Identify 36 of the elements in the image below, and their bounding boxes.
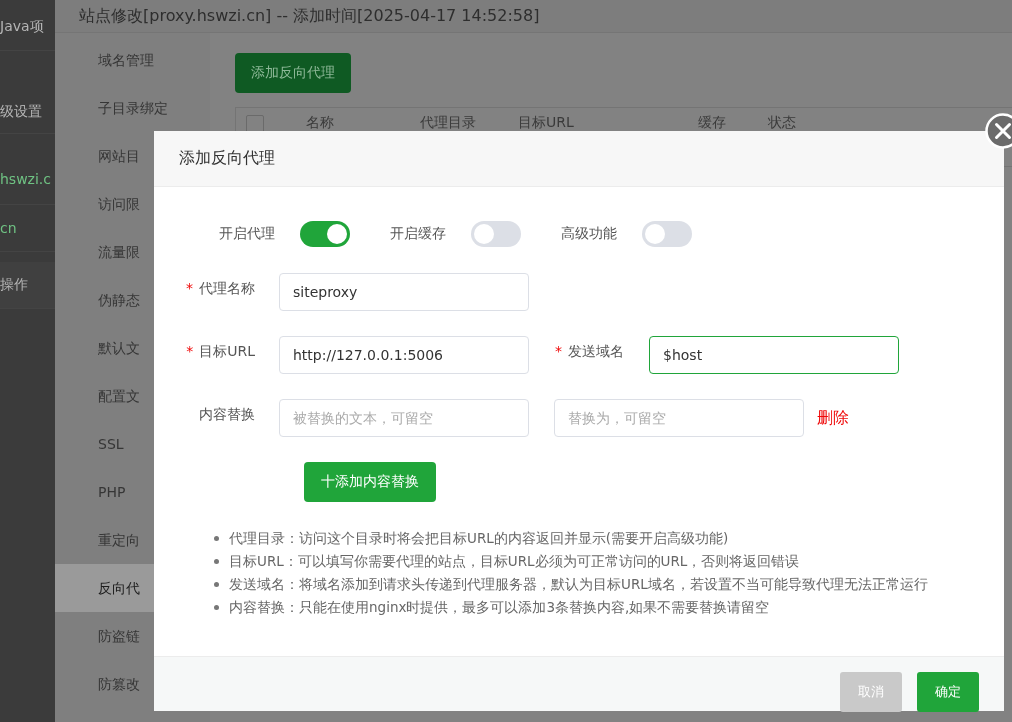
note-text: 内容替换：只能在使用nginx时提供，最多可以添加3条替换内容,如果不需要替换请留空: [229, 598, 770, 617]
footer-button[interactable]: 确定: [917, 672, 979, 712]
add-replace-button[interactable]: 十添加内容替换: [304, 462, 436, 502]
column-header: 代理目录: [420, 114, 476, 132]
bullet-icon: [214, 582, 219, 587]
bullet-icon: [214, 605, 219, 610]
bullet-icon: [214, 536, 219, 541]
list-text: 操作: [0, 276, 28, 294]
note-text: 发送域名：将域名添加到请求头传递到代理服务器，默认为目标URL域名，若设置不当可能导致代理无法正常运行: [229, 575, 928, 594]
toggle-switch[interactable]: [471, 221, 521, 247]
switch-label: 开启代理: [219, 225, 275, 243]
close-icon[interactable]: [985, 113, 1012, 149]
field-label: * 发送域名: [555, 343, 624, 361]
toggle-switch[interactable]: [642, 221, 692, 247]
switch-label: 开启缓存: [390, 225, 446, 243]
column-header: 缓存: [697, 114, 726, 132]
input-field[interactable]: 被替换的文本，可留空: [279, 399, 529, 437]
note-text: 代理目录：访问这个目录时将会把目标URL的内容返回并显示(需要开启高级功能): [229, 529, 729, 548]
window-title: 站点修改[proxy.hswzi.cn] -- 添加时间[2025-04-17 14:52:58]: [79, 5, 540, 27]
list-text: hswzi.c: [0, 171, 51, 187]
column-header: 目标URL: [518, 114, 574, 132]
input-field[interactable]: siteproxy: [279, 273, 529, 311]
list-text: 级设置: [0, 103, 42, 121]
input-field[interactable]: http://127.0.0.1:5006: [279, 336, 529, 374]
column-header: 状态: [767, 114, 796, 132]
delete-link[interactable]: 删除: [817, 407, 849, 429]
bullet-icon: [214, 559, 219, 564]
switch-label: 高级功能: [561, 225, 617, 243]
input-field[interactable]: 替换为，可留空: [554, 399, 804, 437]
column-header: 名称: [306, 114, 334, 132]
list-text: cn: [0, 220, 17, 236]
add-proxy-button[interactable]: 添加反向代理: [235, 53, 351, 93]
input-field[interactable]: $host: [649, 336, 899, 374]
note-text: 目标URL：可以填写你需要代理的站点，目标URL必须为可正常访问的URL，否则将返回错误: [229, 552, 800, 571]
list-text: Java项: [0, 18, 44, 36]
toggle-switch[interactable]: [300, 221, 350, 247]
